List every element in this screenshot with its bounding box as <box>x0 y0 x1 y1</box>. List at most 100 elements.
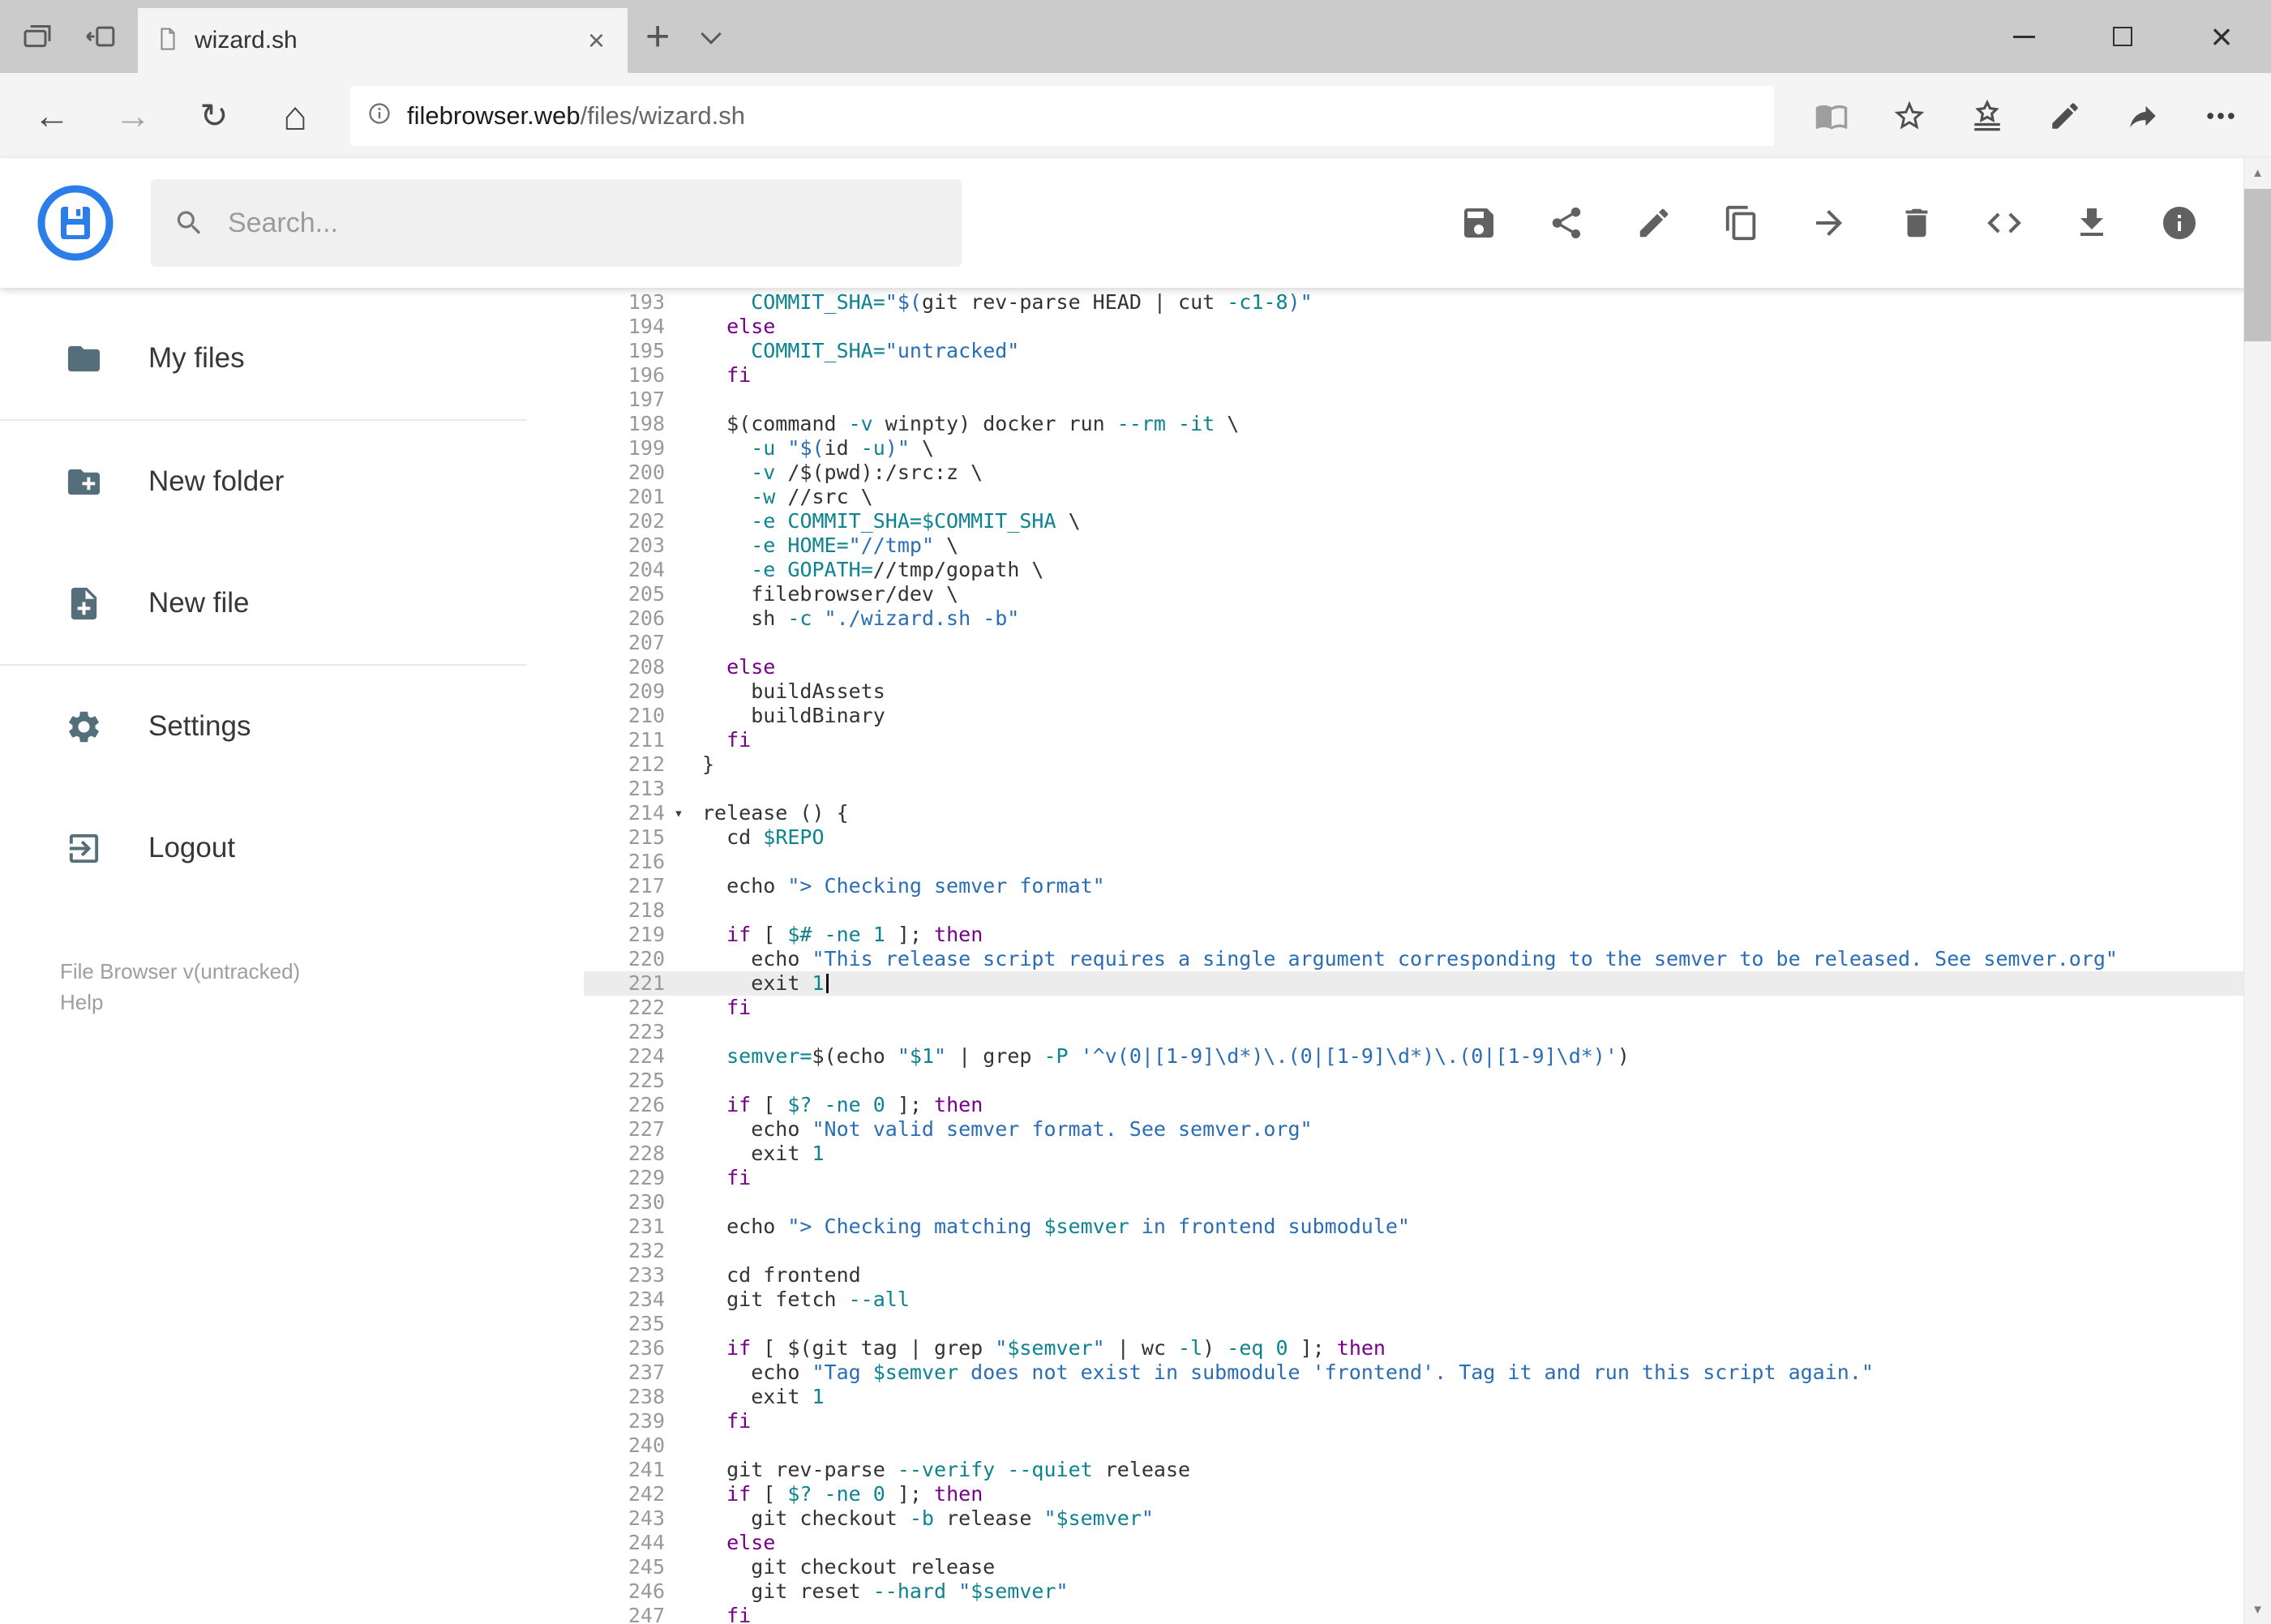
code-line-233[interactable]: 233 cd frontend <box>584 1263 2271 1288</box>
code-line-209[interactable]: 209 buildAssets <box>584 679 2271 704</box>
code-line-195[interactable]: 195 COMMIT_SHA="untracked" <box>584 339 2271 363</box>
code-line-242[interactable]: 242 if [ $? -ne 0 ]; then <box>584 1482 2271 1506</box>
move-button[interactable] <box>1809 203 1849 243</box>
browser-tab-active[interactable]: wizard.sh × <box>138 8 628 73</box>
set-tabs-aside-button[interactable] <box>75 11 126 62</box>
code-line-221[interactable]: 221 exit 1 <box>584 971 2271 996</box>
code-line-198[interactable]: 198 $(command -v winpty) docker run --rm… <box>584 412 2271 436</box>
code-line-232[interactable]: 232 <box>584 1239 2271 1263</box>
show-set-aside-tabs-button[interactable] <box>11 11 63 62</box>
share-button[interactable] <box>1546 203 1587 243</box>
sidebar-item-settings[interactable]: Settings <box>0 666 584 787</box>
code-line-208[interactable]: 208 else <box>584 655 2271 679</box>
help-link[interactable]: Help <box>60 987 584 1018</box>
code-line-225[interactable]: 225 <box>584 1069 2271 1093</box>
code-line-210[interactable]: 210 buildBinary <box>584 704 2271 728</box>
web-note-button[interactable] <box>2026 82 2104 150</box>
source-code-button[interactable] <box>1984 203 2025 243</box>
code-line-214[interactable]: 214 ▾ release () { <box>584 801 2271 825</box>
code-line-231[interactable]: 231 echo "> Checking matching $semver in… <box>584 1215 2271 1239</box>
forward-button[interactable]: → <box>92 82 174 150</box>
reading-view-button[interactable] <box>1793 82 1870 150</box>
code-line-194[interactable]: 194 else <box>584 315 2271 339</box>
edit-button[interactable] <box>1634 203 1674 243</box>
save-button[interactable] <box>1459 203 1499 243</box>
code-line-240[interactable]: 240 <box>584 1433 2271 1458</box>
hub-button[interactable] <box>1948 82 2026 150</box>
code-line-199[interactable]: 199 -u "$(id -u)" \ <box>584 436 2271 461</box>
code-line-237[interactable]: 237 echo "Tag $semver does not exist in … <box>584 1360 2271 1385</box>
window-maximize-button[interactable] <box>2073 0 2172 73</box>
home-button[interactable]: ⌂ <box>255 82 336 150</box>
code-line-200[interactable]: 200 -v /$(pwd):/src:z \ <box>584 461 2271 485</box>
new-tab-button[interactable]: + <box>628 15 688 58</box>
code-line-197[interactable]: 197 <box>584 388 2271 412</box>
code-line-218[interactable]: 218 <box>584 898 2271 923</box>
code-line-229[interactable]: 229 fi <box>584 1166 2271 1190</box>
code-line-230[interactable]: 230 <box>584 1190 2271 1215</box>
code-line-224[interactable]: 224 semver=$(echo "$1" | grep -P '^v(0|[… <box>584 1044 2271 1069</box>
search-input[interactable] <box>225 206 939 240</box>
share-page-button[interactable] <box>2104 82 2182 150</box>
favorites-star-button[interactable] <box>1870 82 1948 150</box>
code-line-236[interactable]: 236 if [ $(git tag | grep "$semver" | wc… <box>584 1336 2271 1360</box>
code-line-235[interactable]: 235 <box>584 1312 2271 1336</box>
code-line-219[interactable]: 219 if [ $# -ne 1 ]; then <box>584 923 2271 947</box>
sidebar-item-logout[interactable]: Logout <box>0 787 584 909</box>
code-line-211[interactable]: 211 fi <box>584 728 2271 752</box>
refresh-button[interactable]: ↻ <box>174 82 255 150</box>
page-scrollbar[interactable]: ▲ ▼ <box>2243 158 2271 1624</box>
code-line-193[interactable]: 193 COMMIT_SHA="$(git rev-parse HEAD | c… <box>584 290 2271 315</box>
more-actions-button[interactable] <box>2182 82 2260 150</box>
window-close-button[interactable]: × <box>2172 0 2271 73</box>
code-line-216[interactable]: 216 <box>584 850 2271 874</box>
code-line-202[interactable]: 202 -e COMMIT_SHA=$COMMIT_SHA \ <box>584 509 2271 533</box>
tab-list-dropdown[interactable] <box>688 23 735 45</box>
sidebar-item-new-file[interactable]: New file <box>0 542 584 664</box>
code-line-220[interactable]: 220 echo "This release script requires a… <box>584 947 2271 971</box>
copy-button[interactable] <box>1721 203 1762 243</box>
delete-button[interactable] <box>1896 203 1937 243</box>
fold-marker-icon[interactable]: ▾ <box>665 801 692 825</box>
code-line-245[interactable]: 245 git checkout release <box>584 1555 2271 1579</box>
info-button[interactable] <box>2159 203 2200 243</box>
code-line-205[interactable]: 205 filebrowser/dev \ <box>584 582 2271 606</box>
filebrowser-logo[interactable] <box>36 184 114 262</box>
code-line-238[interactable]: 238 exit 1 <box>584 1385 2271 1409</box>
code-line-247[interactable]: 247 fi <box>584 1604 2271 1624</box>
code-line-246[interactable]: 246 git reset --hard "$semver" <box>584 1579 2271 1604</box>
code-line-234[interactable]: 234 git fetch --all <box>584 1288 2271 1312</box>
scrollbar-thumb[interactable] <box>2244 189 2271 341</box>
scrollbar-down-arrow[interactable]: ▼ <box>2244 1595 2271 1624</box>
sidebar-item-new-folder[interactable]: New folder <box>0 421 584 542</box>
code-line-239[interactable]: 239 fi <box>584 1409 2271 1433</box>
code-line-217[interactable]: 217 echo "> Checking semver format" <box>584 874 2271 898</box>
site-info-icon[interactable] <box>366 101 392 131</box>
code-line-241[interactable]: 241 git rev-parse --verify --quiet relea… <box>584 1458 2271 1482</box>
code-line-201[interactable]: 201 -w //src \ <box>584 485 2271 509</box>
code-line-244[interactable]: 244 else <box>584 1531 2271 1555</box>
code-line-228[interactable]: 228 exit 1 <box>584 1142 2271 1166</box>
code-line-203[interactable]: 203 -e HOME="//tmp" \ <box>584 533 2271 558</box>
search-box[interactable] <box>151 179 962 267</box>
code-line-226[interactable]: 226 if [ $? -ne 0 ]; then <box>584 1093 2271 1117</box>
address-bar[interactable]: filebrowser.web/files/wizard.sh <box>350 85 1774 146</box>
download-button[interactable] <box>2072 203 2112 243</box>
code-line-223[interactable]: 223 <box>584 1020 2271 1044</box>
code-line-206[interactable]: 206 sh -c "./wizard.sh -b" <box>584 606 2271 631</box>
code-line-204[interactable]: 204 -e GOPATH=//tmp/gopath \ <box>584 558 2271 582</box>
code-line-215[interactable]: 215 cd $REPO <box>584 825 2271 850</box>
code-editor[interactable]: 193 COMMIT_SHA="$(git rev-parse HEAD | c… <box>584 288 2271 1624</box>
code-line-207[interactable]: 207 <box>584 631 2271 655</box>
scrollbar-up-arrow[interactable]: ▲ <box>2244 158 2271 187</box>
tab-close-icon[interactable]: × <box>583 26 610 55</box>
code-line-212[interactable]: 212} <box>584 752 2271 777</box>
sidebar-item-my-files[interactable]: My files <box>0 298 584 419</box>
code-line-227[interactable]: 227 echo "Not valid semver format. See s… <box>584 1117 2271 1142</box>
code-line-243[interactable]: 243 git checkout -b release "$semver" <box>584 1506 2271 1531</box>
back-button[interactable]: ← <box>11 82 92 150</box>
window-minimize-button[interactable] <box>1974 0 2073 73</box>
code-line-196[interactable]: 196 fi <box>584 363 2271 388</box>
code-line-222[interactable]: 222 fi <box>584 996 2271 1020</box>
code-line-213[interactable]: 213 <box>584 777 2271 801</box>
